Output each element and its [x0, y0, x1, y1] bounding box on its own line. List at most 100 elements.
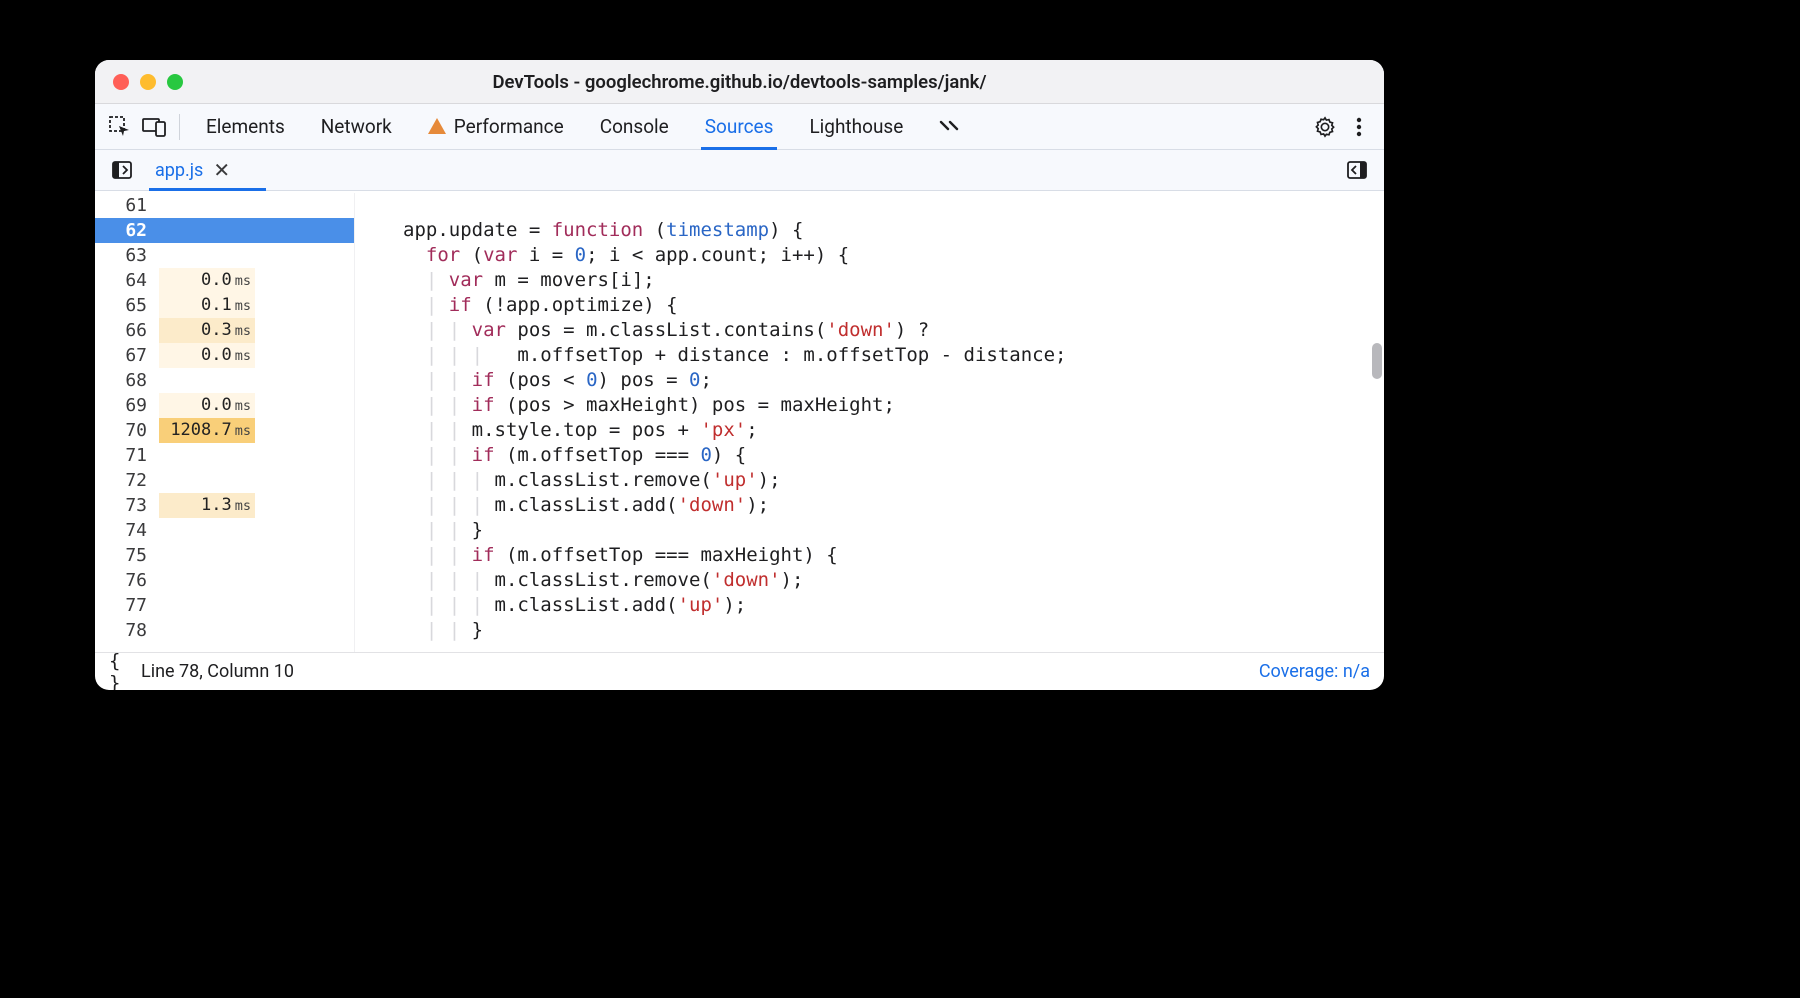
code-line[interactable]: for (var i = 0; i < app.count; i++) { — [403, 243, 1384, 268]
gutter-line[interactable]: 660.3ms — [95, 318, 354, 343]
code-line[interactable]: | | var pos = m.classList.contains('down… — [403, 318, 1384, 343]
file-tab-label: app.js — [155, 160, 203, 181]
line-number: 69 — [95, 393, 153, 418]
gutter-line[interactable]: 68 — [95, 368, 354, 393]
tab-label: Elements — [206, 115, 285, 138]
line-timing: 1.3ms — [159, 493, 255, 518]
code-line[interactable] — [403, 193, 1384, 218]
minimize-window-icon[interactable] — [140, 74, 156, 90]
line-number: 76 — [95, 568, 153, 593]
status-bar: { } Line 78, Column 10 Coverage: n/a — [95, 652, 1384, 690]
toggle-debugger-icon[interactable] — [1340, 153, 1374, 187]
line-number: 78 — [95, 618, 153, 643]
code-line[interactable]: | | if (pos > maxHeight) pos = maxHeight… — [403, 393, 1384, 418]
code-line[interactable]: | | | m.classList.add('up'); — [403, 593, 1384, 618]
gutter-line[interactable]: 71 — [95, 443, 354, 468]
line-timing: 0.0ms — [159, 393, 255, 418]
gutter-line[interactable]: 701208.7ms — [95, 418, 354, 443]
tab-console[interactable]: Console — [600, 104, 669, 149]
code-line[interactable]: | | } — [403, 518, 1384, 543]
tab-label: Lighthouse — [809, 115, 903, 138]
code-line[interactable]: | | m.style.top = pos + 'px'; — [403, 418, 1384, 443]
line-number: 62 — [95, 218, 153, 243]
tab-label: Console — [600, 115, 669, 138]
line-number: 65 — [95, 293, 153, 318]
pretty-print-icon[interactable]: { } — [109, 655, 135, 689]
code-line[interactable]: app.update = function (timestamp) { — [403, 218, 1384, 243]
gutter-line[interactable]: 75 — [95, 543, 354, 568]
gutter-line[interactable]: 731.3ms — [95, 493, 354, 518]
line-number: 77 — [95, 593, 153, 618]
gutter-line[interactable]: 62 — [95, 218, 354, 243]
line-number: 75 — [95, 543, 153, 568]
line-number: 63 — [95, 243, 153, 268]
line-number: 61 — [95, 193, 153, 218]
code-line[interactable]: | var m = movers[i]; — [403, 268, 1384, 293]
window-title: DevTools - googlechrome.github.io/devtoo… — [95, 71, 1384, 93]
tab-label: Performance — [454, 115, 564, 138]
code-line[interactable]: | | | m.classList.add('down'); — [403, 493, 1384, 518]
traffic-lights — [113, 74, 183, 90]
tab-performance[interactable]: Performance — [428, 104, 564, 149]
kebab-menu-icon[interactable] — [1342, 110, 1376, 144]
file-tab-close-icon[interactable]: ✕ — [213, 158, 230, 182]
line-number: 72 — [95, 468, 153, 493]
line-number: 74 — [95, 518, 153, 543]
panel-tabs: Elements Network Performance Console Sou… — [206, 104, 967, 149]
line-number: 70 — [95, 418, 153, 443]
gutter[interactable]: 616263640.0ms650.1ms660.3ms670.0ms68690.… — [95, 193, 355, 652]
code-line[interactable]: | | | m.classList.remove('down'); — [403, 568, 1384, 593]
gutter-line[interactable]: 77 — [95, 593, 354, 618]
line-number: 66 — [95, 318, 153, 343]
line-timing: 0.1ms — [159, 293, 255, 318]
code-line[interactable]: | | if (m.offsetTop === 0) { — [403, 443, 1384, 468]
titlebar: DevTools - googlechrome.github.io/devtoo… — [95, 60, 1384, 104]
code-line[interactable]: | if (!app.optimize) { — [403, 293, 1384, 318]
line-timing: 1208.7ms — [159, 418, 255, 443]
gutter-line[interactable]: 63 — [95, 243, 354, 268]
file-tab-appjs[interactable]: app.js ✕ — [149, 150, 236, 190]
scrollbar-thumb[interactable] — [1372, 343, 1382, 379]
toggle-navigator-icon[interactable] — [105, 153, 139, 187]
tab-label: Sources — [705, 115, 774, 138]
gutter-line[interactable]: 61 — [95, 193, 354, 218]
line-number: 68 — [95, 368, 153, 393]
file-tab-bar: app.js ✕ — [95, 150, 1384, 191]
line-timing: 0.3ms — [159, 318, 255, 343]
inspect-element-icon[interactable] — [103, 110, 137, 144]
code-line[interactable]: | | | m.offsetTop + distance : m.offsetT… — [403, 343, 1384, 368]
devtools-toolbar: Elements Network Performance Console Sou… — [95, 104, 1384, 150]
line-number: 67 — [95, 343, 153, 368]
tab-sources[interactable]: Sources — [705, 104, 774, 149]
settings-icon[interactable] — [1308, 110, 1342, 144]
cursor-position: Line 78, Column 10 — [141, 661, 294, 682]
toolbar-divider — [179, 114, 180, 140]
coverage-link[interactable]: Coverage: n/a — [1259, 661, 1370, 682]
gutter-line[interactable]: 690.0ms — [95, 393, 354, 418]
gutter-line[interactable]: 76 — [95, 568, 354, 593]
code-line[interactable]: | | if (m.offsetTop === maxHeight) { — [403, 543, 1384, 568]
tab-lighthouse[interactable]: Lighthouse — [809, 104, 903, 149]
code-line[interactable]: | | | m.classList.remove('up'); — [403, 468, 1384, 493]
close-window-icon[interactable] — [113, 74, 129, 90]
tab-network[interactable]: Network — [321, 104, 392, 149]
line-number: 71 — [95, 443, 153, 468]
gutter-line[interactable]: 670.0ms — [95, 343, 354, 368]
line-timing: 0.0ms — [159, 343, 255, 368]
code-area[interactable]: app.update = function (timestamp) { for … — [355, 193, 1384, 643]
code-line[interactable]: | | } — [403, 618, 1384, 643]
code-line[interactable]: | | if (pos < 0) pos = 0; — [403, 368, 1384, 393]
gutter-line[interactable]: 74 — [95, 518, 354, 543]
tab-label: Network — [321, 115, 392, 138]
device-toolbar-icon[interactable] — [137, 110, 171, 144]
gutter-line[interactable]: 72 — [95, 468, 354, 493]
gutter-line[interactable]: 650.1ms — [95, 293, 354, 318]
gutter-line[interactable]: 640.0ms — [95, 268, 354, 293]
line-timing: 0.0ms — [159, 268, 255, 293]
maximize-window-icon[interactable] — [167, 74, 183, 90]
code-editor[interactable]: 616263640.0ms650.1ms660.3ms670.0ms68690.… — [95, 191, 1384, 652]
tab-elements[interactable]: Elements — [206, 104, 285, 149]
gutter-line[interactable]: 78 — [95, 618, 354, 643]
line-number: 64 — [95, 268, 153, 293]
more-tabs-icon[interactable] — [933, 110, 967, 144]
